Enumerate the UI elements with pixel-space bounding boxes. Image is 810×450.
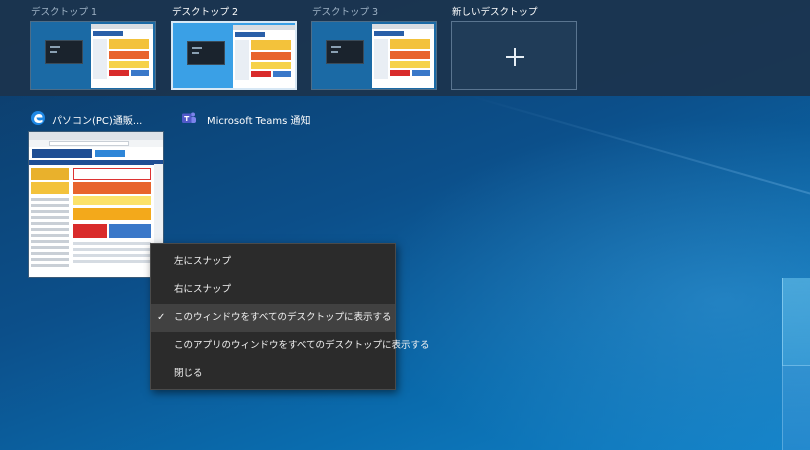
new-desktop[interactable]: 新しいデスクトップ <box>451 0 577 96</box>
mini-window <box>187 41 225 65</box>
mini-window <box>45 40 83 64</box>
menu-item-snap-right[interactable]: 右にスナップ <box>151 276 395 304</box>
window-context-menu: 左にスナップ 右にスナップ ✓ このウィンドウをすべてのデスクトップに表示する … <box>150 243 429 390</box>
new-desktop-label: 新しいデスクトップ <box>452 7 538 18</box>
desktop-3[interactable]: デスクトップ 3 <box>311 0 437 96</box>
desktop-1-label: デスクトップ 1 <box>31 7 98 18</box>
desktop-3-thumbnail[interactable] <box>311 21 437 90</box>
menu-item-close[interactable]: 閉じる <box>151 360 395 388</box>
mini-browser-window <box>91 24 153 88</box>
mini-browser-window <box>233 25 295 88</box>
virtual-desktops-bar: デスクトップ 1 デスクトップ 2 デスクトップ 3 新しいデスクトップ <box>0 0 810 96</box>
teams-icon <box>182 112 196 123</box>
menu-item-label: 左にスナップ <box>174 256 232 267</box>
desktop-1[interactable]: デスクトップ 1 <box>30 0 156 96</box>
desktop-3-label: デスクトップ 3 <box>312 7 379 18</box>
wallpaper-window-pane-lower <box>782 365 810 450</box>
menu-item-label: 右にスナップ <box>174 284 232 295</box>
window-title-teams: Microsoft Teams 通知 <box>207 116 311 127</box>
menu-item-snap-left[interactable]: 左にスナップ <box>151 248 395 276</box>
edge-icon <box>31 111 45 125</box>
window-title-browser: パソコン(PC)通販... <box>52 116 143 127</box>
desktop-1-thumbnail[interactable] <box>30 21 156 90</box>
new-desktop-button[interactable] <box>451 21 577 90</box>
desktop-2-label: デスクトップ 2 <box>172 7 239 18</box>
menu-item-label: このウィンドウをすべてのデスクトップに表示する <box>174 312 392 323</box>
plus-icon-vertical <box>514 47 516 66</box>
desktop-2[interactable]: デスクトップ 2 <box>171 0 297 96</box>
menu-item-label: このアプリのウィンドウをすべてのデスクトップに表示する <box>174 340 430 351</box>
mini-window <box>326 40 364 64</box>
checkmark-icon: ✓ <box>157 312 166 323</box>
menu-item-show-app-windows-on-all-desktops[interactable]: このアプリのウィンドウをすべてのデスクトップに表示する <box>151 332 429 360</box>
browser-window-thumbnail[interactable] <box>28 131 164 278</box>
mini-browser-window <box>372 24 434 88</box>
desktop-2-thumbnail[interactable] <box>171 21 297 90</box>
menu-item-show-window-on-all-desktops[interactable]: ✓ このウィンドウをすべてのデスクトップに表示する <box>151 304 395 332</box>
menu-item-label: 閉じる <box>174 368 203 379</box>
